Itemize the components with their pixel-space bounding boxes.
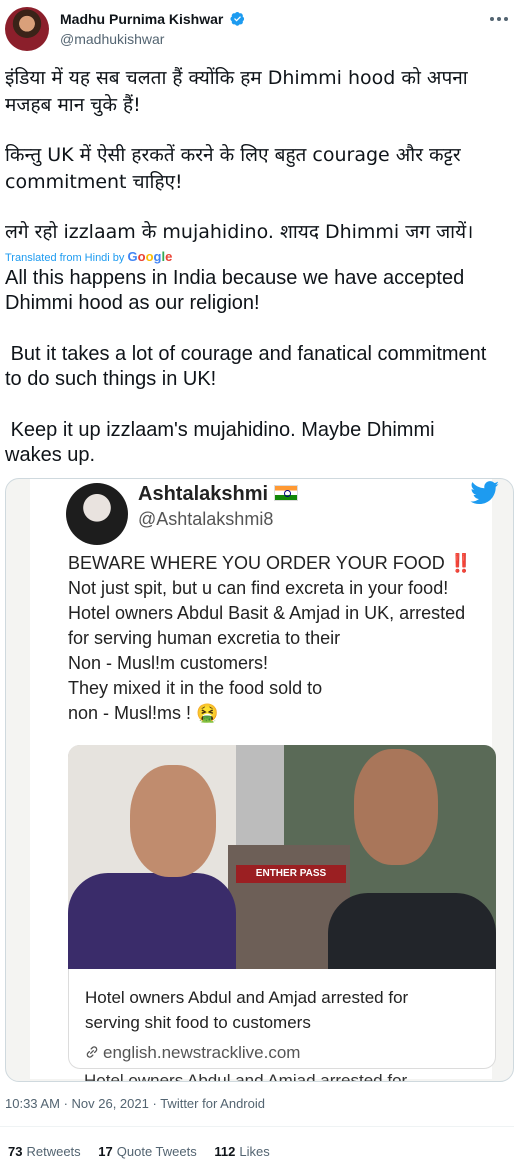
tweet-hindi-line-1: इंडिया में यह सब चलता हैं क्योंकि हम Dhi…	[5, 67, 468, 89]
retweets-count: 73	[8, 1144, 23, 1159]
embedded-text-line-6: They mixed it in the food sold to	[68, 678, 323, 698]
embedded-text-line-7: non - Musl!ms ! 🤮	[68, 703, 219, 723]
link-preview-card: Hotel owners Abdul and Amjad arrested fo…	[68, 969, 496, 1069]
tweet-media-image[interactable]: Ashtalakshmi @Ashtalakshmi8 BEWARE WHERE…	[5, 478, 514, 1082]
photo-person-left-shirt	[68, 873, 236, 969]
author-name[interactable]: Madhu Purnima Kishwar	[60, 11, 223, 27]
embedded-text-line-5: Non - Musl!m customers!	[68, 653, 269, 673]
engagement-stats: 73 Retweets 17 Quote Tweets 112 Likes	[8, 1144, 284, 1159]
tweet-hindi-line-5: लगे रहो izzlaam के mujahidino. शायद Dhim…	[5, 221, 474, 243]
news-photo: ENTHER PASS	[68, 745, 496, 969]
tweet-hindi-line-2: मजहब मान चुके हैं!	[5, 94, 141, 116]
translated-from-label[interactable]: Translated from Hindi by Google	[5, 249, 172, 264]
tweet-hindi-line-4: commitment चाहिए!	[5, 171, 183, 193]
twitter-bird-icon	[470, 481, 499, 505]
tweet-date[interactable]: Nov 26, 2021	[72, 1096, 149, 1111]
divider	[0, 1126, 514, 1127]
translation-line-4: to do such things in UK!	[5, 368, 217, 390]
tweet-source[interactable]: Twitter for Android	[160, 1096, 265, 1111]
tweet-time[interactable]: 10:33 AM	[5, 1096, 60, 1111]
meta-separator: ·	[63, 1096, 72, 1111]
translation-line-6: wakes up.	[5, 444, 96, 466]
translation-line-3: But it takes a lot of courage and fanati…	[5, 343, 487, 365]
translation-line-1: All this happens in India because we hav…	[5, 267, 465, 289]
quote-tweets-stat[interactable]: 17 Quote Tweets	[98, 1144, 196, 1159]
likes-count: 112	[214, 1144, 236, 1159]
author-avatar[interactable]	[5, 7, 49, 51]
cutoff-text: Hotel owners Abdul and Amjad arrested fo…	[84, 1071, 408, 1082]
link-preview-url: english.newstracklive.com	[85, 1043, 300, 1063]
embedded-tweet-card: Ashtalakshmi @Ashtalakshmi8 BEWARE WHERE…	[30, 479, 499, 1082]
translated-label-text: Translated from Hindi by	[5, 252, 125, 264]
embedded-text-line-2: Not just spit, but u can find excreta in…	[68, 578, 449, 598]
restaurant-sign: ENTHER PASS	[236, 865, 346, 883]
photo-person-right-face	[354, 749, 438, 865]
author-handle[interactable]: @madhukishwar	[60, 31, 164, 47]
embedded-handle: @Ashtalakshmi8	[138, 509, 274, 529]
photo-person-left-face	[130, 765, 216, 877]
tweet: Madhu Purnima Kishwar @madhukishwar इंडि…	[0, 0, 514, 1162]
embedded-text-line-3: Hotel owners Abdul Basit & Amjad in UK, …	[68, 603, 466, 623]
embedded-avatar	[66, 483, 128, 545]
author-name-row[interactable]: Madhu Purnima Kishwar	[60, 11, 245, 27]
more-options-icon[interactable]	[488, 12, 510, 26]
quotes-label: Quote Tweets	[116, 1144, 197, 1159]
tweet-metadata: 10:33 AM · Nov 26, 2021 · Twitter for An…	[5, 1096, 265, 1111]
likes-label: Likes	[239, 1144, 270, 1159]
retweets-stat[interactable]: 73 Retweets	[8, 1144, 81, 1159]
link-preview-domain: english.newstracklive.com	[103, 1043, 301, 1062]
photo-person-right-jacket	[328, 893, 496, 969]
embedded-name: Ashtalakshmi	[138, 483, 269, 505]
link-icon	[86, 1046, 98, 1058]
embedded-name-row: Ashtalakshmi	[138, 483, 299, 506]
link-preview-title-line-1: Hotel owners Abdul and Amjad arrested fo…	[85, 988, 409, 1007]
embedded-text-line-4: for serving human excretia to their	[68, 628, 341, 648]
verified-badge-icon	[230, 11, 245, 26]
retweets-label: Retweets	[26, 1144, 81, 1159]
likes-stat[interactable]: 112 Likes	[214, 1144, 269, 1159]
google-logo-icon: Google	[127, 249, 173, 264]
translation-line-5: Keep it up izzlaam's mujahidino. Maybe D…	[5, 419, 435, 441]
quotes-count: 17	[98, 1144, 113, 1159]
tweet-hindi-line-3: किन्तु UK में ऐसी हरकतें करने के लिए बहु…	[5, 144, 461, 166]
india-flag-icon	[274, 485, 299, 501]
link-preview-title-line-2: serving shit food to customers	[85, 1013, 311, 1032]
translation-line-2: Dhimmi hood as our religion!	[5, 292, 260, 314]
embedded-text-line-1: BEWARE WHERE YOU ORDER YOUR FOOD ‼️	[68, 553, 473, 573]
